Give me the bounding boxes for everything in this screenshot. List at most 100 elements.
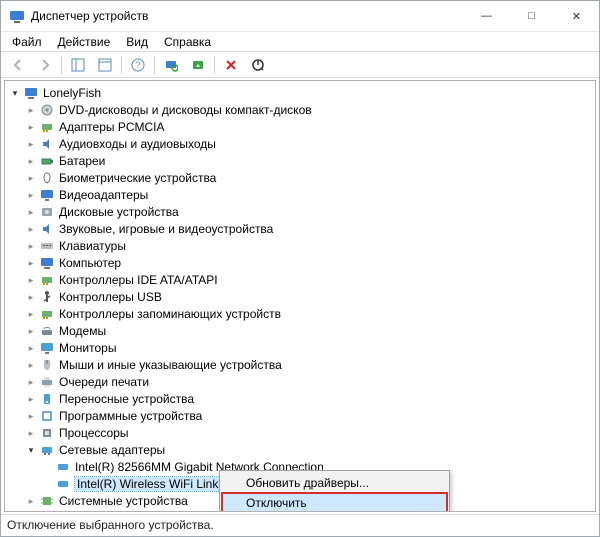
- keyboard-icon: [39, 238, 55, 254]
- chevron-right-icon[interactable]: [25, 104, 37, 116]
- uninstall-button[interactable]: [218, 53, 244, 77]
- chevron-right-icon[interactable]: [25, 393, 37, 405]
- chevron-right-icon[interactable]: [25, 427, 37, 439]
- tree-node[interactable]: Аудиовходы и аудиовыходы: [9, 136, 595, 153]
- toolbar-separator: [61, 56, 62, 74]
- tree-node[interactable]: Видеоадаптеры: [9, 187, 595, 204]
- ctx-update-drivers[interactable]: Обновить драйверы...: [222, 473, 447, 493]
- tree-label: Звуковые, игровые и видеоустройства: [59, 222, 273, 236]
- tree-node[interactable]: Контроллеры IDE ATA/ATAPI: [9, 272, 595, 289]
- tree-label: Очереди печати: [59, 375, 149, 389]
- tree-label: Биометрические устройства: [59, 171, 216, 185]
- chevron-right-icon[interactable]: [25, 495, 37, 507]
- tree-node[interactable]: Батареи: [9, 153, 595, 170]
- properties-button[interactable]: [92, 53, 118, 77]
- minimize-button[interactable]: —: [464, 1, 509, 31]
- chevron-right-icon[interactable]: [25, 376, 37, 388]
- window-title: Диспетчер устройств: [31, 9, 148, 23]
- chevron-right-icon[interactable]: [25, 274, 37, 286]
- tree-node[interactable]: Клавиатуры: [9, 238, 595, 255]
- audio-icon: [39, 136, 55, 152]
- tree-node-network[interactable]: Сетевые адаптеры: [9, 442, 595, 459]
- maximize-button[interactable]: □: [509, 1, 554, 31]
- tree-node[interactable]: Мониторы: [9, 340, 595, 357]
- chevron-right-icon[interactable]: [25, 155, 37, 167]
- tree-label: Клавиатуры: [59, 239, 126, 253]
- tree-node[interactable]: Мыши и иные указывающие устройства: [9, 357, 595, 374]
- tree-node[interactable]: Очереди печати: [9, 374, 595, 391]
- update-driver-button[interactable]: [185, 53, 211, 77]
- network-adapter-icon: [55, 459, 71, 475]
- forward-button[interactable]: [32, 53, 58, 77]
- svg-text:?: ?: [135, 60, 140, 70]
- menu-help[interactable]: Справка: [157, 34, 218, 50]
- tree-label: Контроллеры запоминающих устройств: [59, 307, 281, 321]
- chevron-right-icon[interactable]: [25, 308, 37, 320]
- chevron-down-icon[interactable]: [9, 87, 21, 99]
- tree-label: Компьютер: [59, 256, 121, 270]
- tree-node[interactable]: Контроллеры USB: [9, 289, 595, 306]
- tree-node[interactable]: Модемы: [9, 323, 595, 340]
- usb-icon: [39, 289, 55, 305]
- tree-node[interactable]: Программные устройства: [9, 408, 595, 425]
- chevron-right-icon[interactable]: [25, 223, 37, 235]
- tree-label: Аудиовходы и аудиовыходы: [59, 137, 216, 151]
- back-button[interactable]: [5, 53, 31, 77]
- tree-node[interactable]: Процессоры: [9, 425, 595, 442]
- chevron-right-icon[interactable]: [25, 240, 37, 252]
- menu-action[interactable]: Действие: [51, 34, 118, 50]
- chevron-down-icon[interactable]: [25, 444, 37, 456]
- tree-label: Устройства HID (Human Interface Devices): [59, 511, 292, 512]
- chevron-right-icon[interactable]: [25, 359, 37, 371]
- device-tree[interactable]: LonelyFish DVD-дисководы и дисководы ком…: [4, 80, 596, 512]
- chevron-right-icon[interactable]: [25, 342, 37, 354]
- ctx-disable[interactable]: Отключить: [222, 493, 447, 512]
- tree-node[interactable]: Дисковые устройства: [9, 204, 595, 221]
- card-icon: [39, 272, 55, 288]
- context-menu: Обновить драйверы... Отключить Удалить О…: [219, 470, 450, 512]
- tree-node[interactable]: Контроллеры запоминающих устройств: [9, 306, 595, 323]
- computer-icon: [39, 255, 55, 271]
- toolbar-separator: [121, 56, 122, 74]
- monitor-icon: [39, 340, 55, 356]
- chevron-right-icon[interactable]: [25, 410, 37, 422]
- close-button[interactable]: ✕: [554, 1, 599, 31]
- chevron-right-icon[interactable]: [25, 189, 37, 201]
- help-button[interactable]: ?: [125, 53, 151, 77]
- tree-root[interactable]: LonelyFish: [9, 85, 595, 102]
- modem-icon: [39, 323, 55, 339]
- chevron-right-icon[interactable]: [25, 291, 37, 303]
- disable-button[interactable]: [245, 53, 271, 77]
- tree-label: Контроллеры USB: [59, 290, 162, 304]
- tree-node[interactable]: Переносные устройства: [9, 391, 595, 408]
- tree-label: Мониторы: [59, 341, 116, 355]
- card-icon: [39, 306, 55, 322]
- computer-icon: [23, 85, 39, 101]
- tree-label: Сетевые адаптеры: [59, 443, 165, 457]
- toolbar-separator: [214, 56, 215, 74]
- menu-view[interactable]: Вид: [119, 34, 155, 50]
- tree-node[interactable]: DVD-дисководы и дисководы компакт-дисков: [9, 102, 595, 119]
- tree-label: Мыши и иные указывающие устройства: [59, 358, 282, 372]
- menu-file[interactable]: Файл: [5, 34, 49, 50]
- chevron-right-icon[interactable]: [25, 121, 37, 133]
- tree-label: Батареи: [59, 154, 105, 168]
- tree-node[interactable]: Адаптеры PCMCIA: [9, 119, 595, 136]
- scan-hardware-button[interactable]: [158, 53, 184, 77]
- chevron-right-icon[interactable]: [25, 325, 37, 337]
- tree-node[interactable]: Компьютер: [9, 255, 595, 272]
- show-hide-tree-button[interactable]: [65, 53, 91, 77]
- tree-node[interactable]: Звуковые, игровые и видеоустройства: [9, 221, 595, 238]
- tree-label: Видеоадаптеры: [59, 188, 148, 202]
- chevron-right-icon[interactable]: [25, 206, 37, 218]
- titlebar: Диспетчер устройств — □ ✕: [1, 1, 599, 32]
- disc-icon: [39, 102, 55, 118]
- tree-label: LonelyFish: [43, 86, 101, 100]
- network-adapter-icon: [55, 476, 71, 492]
- finger-icon: [39, 170, 55, 186]
- tree-node[interactable]: Биометрические устройства: [9, 170, 595, 187]
- chip-icon: [39, 493, 55, 509]
- chevron-right-icon[interactable]: [25, 138, 37, 150]
- chevron-right-icon[interactable]: [25, 172, 37, 184]
- chevron-right-icon[interactable]: [25, 257, 37, 269]
